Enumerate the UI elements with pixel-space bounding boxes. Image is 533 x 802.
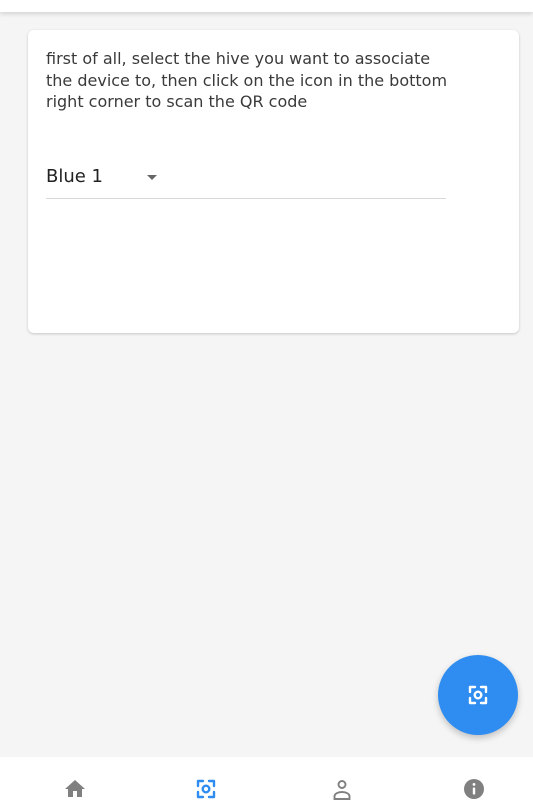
home-icon xyxy=(65,780,85,797)
instructions-text: first of all, select the hive you want t… xyxy=(46,49,448,111)
hive-select[interactable]: Blue 1 xyxy=(46,160,446,199)
qr-scan-icon xyxy=(196,779,216,799)
nav-item-scan[interactable] xyxy=(166,757,246,802)
scan-qr-button[interactable] xyxy=(438,655,518,735)
info-icon xyxy=(464,779,484,799)
dropdown-arrow-icon xyxy=(147,175,157,180)
hive-select-value: Blue 1 xyxy=(46,166,104,187)
nav-item-home[interactable] xyxy=(35,757,115,802)
bottom-navigation xyxy=(0,757,533,802)
person-icon xyxy=(333,780,351,800)
app-bar xyxy=(0,0,533,12)
qr-scan-icon xyxy=(468,685,488,705)
nav-item-profile[interactable] xyxy=(302,757,382,802)
nav-item-info[interactable] xyxy=(434,757,514,802)
